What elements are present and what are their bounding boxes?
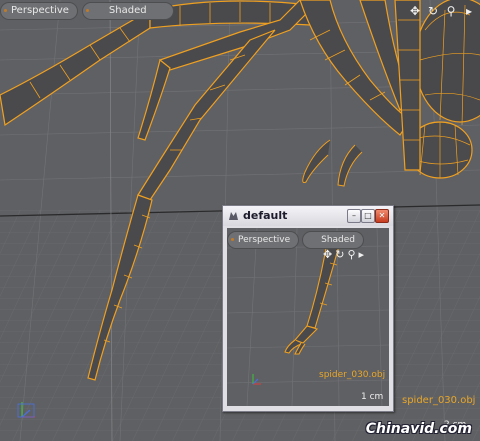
object-name-label: spider_030.obj [402, 395, 476, 406]
inner-view-mode-label: Perspective [238, 235, 291, 245]
move-icon[interactable]: ✥ [408, 4, 422, 18]
viewport-header: Perspective Shaded [0, 0, 174, 22]
view-mode-dropdown[interactable]: Perspective [0, 2, 78, 20]
inner-viewport-nav: ✥ ↻ ⚲ ▸ [323, 248, 364, 261]
view-mode-label: Perspective [11, 5, 69, 16]
inner-view-mode-dropdown[interactable]: Perspective [227, 231, 300, 249]
menu-dot-icon [231, 238, 234, 241]
menu-dot-icon [85, 9, 89, 12]
inner-shading-dropdown[interactable]: Shaded [302, 231, 365, 249]
window-title-bar[interactable]: default – □ ✕ [223, 206, 393, 226]
expand-arrow-icon[interactable]: ▸ [359, 248, 365, 261]
inner-shading-label: Shaded [321, 235, 356, 245]
zoom-icon[interactable]: ⚲ [444, 4, 458, 18]
inner-viewport-header: Perspective Shaded [227, 231, 365, 249]
inner-viewport[interactable]: Perspective Shaded ✥ ↻ ⚲ ▸ spider_030.ob… [227, 228, 389, 406]
maximize-button[interactable]: □ [361, 209, 375, 223]
inner-unit-label: 1 cm [361, 392, 384, 402]
close-button[interactable]: ✕ [375, 209, 389, 223]
menu-dot-icon [4, 9, 7, 12]
inner-object-name-label: spider_030.obj [319, 370, 386, 380]
window-title: default [243, 209, 288, 222]
shading-mode-dropdown[interactable]: Shaded [81, 2, 174, 20]
modo-app-icon [229, 212, 238, 220]
minimize-button[interactable]: – [347, 209, 361, 223]
rotate-icon[interactable]: ↻ [426, 4, 440, 18]
zoom-icon[interactable]: ⚲ [347, 248, 355, 261]
shading-mode-label: Shaded [108, 5, 147, 16]
floating-viewport-window[interactable]: default – □ ✕ Perspective Shaded ✥ ↻ ⚲ ▸… [222, 205, 394, 412]
rotate-icon[interactable]: ↻ [335, 248, 344, 261]
viewport-nav: ✥ ↻ ⚲ ▸ [408, 4, 476, 18]
move-icon[interactable]: ✥ [323, 248, 332, 261]
watermark-text: Chinavid.com [365, 421, 472, 437]
expand-arrow-icon[interactable]: ▸ [462, 4, 476, 18]
